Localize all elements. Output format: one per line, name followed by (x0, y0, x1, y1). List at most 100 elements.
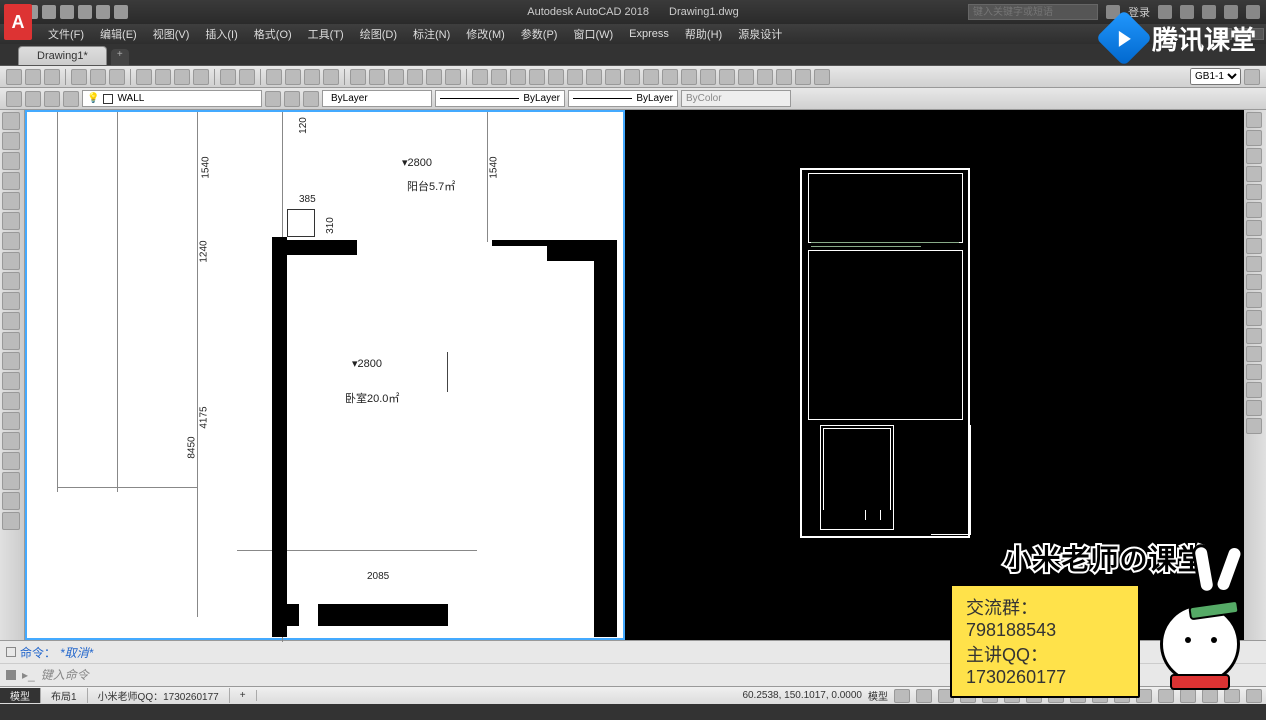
dim-break-icon[interactable] (681, 69, 697, 85)
revcloud-icon[interactable] (2, 252, 20, 270)
explode-icon[interactable] (1246, 418, 1262, 434)
redo2-icon[interactable] (239, 69, 255, 85)
app-logo-icon[interactable]: A (4, 4, 32, 40)
break-pt-icon[interactable] (1246, 310, 1262, 326)
menu-insert[interactable]: 插入(I) (197, 26, 245, 42)
menu-view[interactable]: 视图(V) (145, 26, 198, 42)
chamfer-icon[interactable] (1246, 364, 1262, 380)
layer-freeze-icon[interactable] (44, 91, 60, 107)
make-block-icon[interactable] (2, 352, 20, 370)
menu-window[interactable]: 窗口(W) (565, 26, 621, 42)
cmd-x-icon[interactable] (6, 670, 16, 680)
insert-block-icon[interactable] (2, 332, 20, 350)
command-prompt[interactable]: 键入命令 (41, 666, 89, 683)
circle-icon[interactable] (2, 232, 20, 250)
offset-icon[interactable] (1246, 166, 1262, 182)
pline-icon[interactable] (2, 152, 20, 170)
open-file-icon[interactable] (25, 69, 41, 85)
jogged-icon[interactable] (757, 69, 773, 85)
scale-icon[interactable] (1246, 238, 1262, 254)
tolerance-icon[interactable] (700, 69, 716, 85)
spline-icon[interactable] (2, 272, 20, 290)
properties-icon[interactable] (350, 69, 366, 85)
grid-toggle-icon[interactable] (894, 689, 910, 703)
dim-arc-icon[interactable] (510, 69, 526, 85)
dim-style-select[interactable]: GB1-1 (1190, 68, 1241, 85)
addsel-icon[interactable] (2, 492, 20, 510)
tool-palette-icon[interactable] (388, 69, 404, 85)
exchange-icon[interactable] (1158, 5, 1172, 19)
dim-quick-icon[interactable] (605, 69, 621, 85)
extend-icon[interactable] (1246, 292, 1262, 308)
linetype-select[interactable]: ByLayer (435, 90, 565, 107)
dim-aligned-icon[interactable] (491, 69, 507, 85)
copy-icon[interactable] (155, 69, 171, 85)
rotate-icon[interactable] (1246, 220, 1262, 236)
layer-select[interactable]: 💡 WALL (82, 90, 262, 107)
lineweight-select[interactable]: ByLayer (568, 90, 678, 107)
dim-space-icon[interactable] (662, 69, 678, 85)
match-icon[interactable] (193, 69, 209, 85)
dim-update-icon[interactable] (814, 69, 830, 85)
mtext-icon[interactable] (2, 472, 20, 490)
menu-file[interactable]: 文件(F) (40, 26, 92, 42)
layer-prev-icon[interactable] (265, 91, 281, 107)
paste-icon[interactable] (174, 69, 190, 85)
center-mark-icon[interactable] (719, 69, 735, 85)
rectangle-icon[interactable] (2, 192, 20, 210)
erase-icon[interactable] (1246, 112, 1262, 128)
menu-dimension[interactable]: 标注(N) (405, 26, 458, 42)
color-select[interactable]: ByLayer (322, 90, 432, 107)
menu-draw[interactable]: 绘图(D) (352, 26, 405, 42)
arc-icon[interactable] (2, 212, 20, 230)
dim-continue-icon[interactable] (643, 69, 659, 85)
layer-on-icon[interactable] (25, 91, 41, 107)
layer-state-icon[interactable] (284, 91, 300, 107)
markup-icon[interactable] (426, 69, 442, 85)
ellipse-icon[interactable] (2, 292, 20, 310)
xline-icon[interactable] (2, 132, 20, 150)
save-file-icon[interactable] (44, 69, 60, 85)
dim-linear-icon[interactable] (472, 69, 488, 85)
menu-param[interactable]: 参数(P) (513, 26, 566, 42)
polygon-icon[interactable] (2, 172, 20, 190)
dim-edit-icon[interactable] (776, 69, 792, 85)
new-file-icon[interactable] (6, 69, 22, 85)
close-icon[interactable] (1246, 5, 1260, 19)
menu-edit[interactable]: 编辑(E) (92, 26, 145, 42)
sheet-set-icon[interactable] (407, 69, 423, 85)
zoom-win-icon[interactable] (304, 69, 320, 85)
fillet-icon[interactable] (1246, 382, 1262, 398)
ellipse-arc-icon[interactable] (2, 312, 20, 330)
layer-lock-icon[interactable] (63, 91, 79, 107)
dim-text-edit-icon[interactable] (795, 69, 811, 85)
custom-tab[interactable]: 小米老师QQ：1730260177 (88, 688, 230, 703)
cut-icon[interactable] (136, 69, 152, 85)
add-tab-button[interactable]: + (111, 49, 129, 65)
dim-radius-icon[interactable] (548, 69, 564, 85)
layer-props-icon[interactable] (6, 91, 22, 107)
add-layout-button[interactable]: + (230, 690, 257, 701)
plot-icon[interactable] (78, 5, 92, 19)
dim-diam-icon[interactable] (567, 69, 583, 85)
dim-ord-icon[interactable] (529, 69, 545, 85)
mirror-icon[interactable] (1246, 148, 1262, 164)
designcenter-icon[interactable] (369, 69, 385, 85)
calc-icon[interactable] (445, 69, 461, 85)
model-tab[interactable]: 模型 (0, 688, 41, 703)
dim-angular-icon[interactable] (586, 69, 602, 85)
viewport-left[interactable]: 120 1540 1540 385 310 1240 8450 4175 208… (25, 110, 625, 640)
line-icon[interactable] (2, 112, 20, 130)
menu-yuanquan[interactable]: 源泉设计 (730, 26, 790, 42)
preview-icon[interactable] (90, 69, 106, 85)
undo-icon[interactable] (96, 5, 110, 19)
break-icon[interactable] (1246, 328, 1262, 344)
menu-help[interactable]: 帮助(H) (677, 26, 730, 42)
dim-style-icon[interactable] (1244, 69, 1260, 85)
hatch-icon[interactable] (2, 392, 20, 410)
plotstyle-select[interactable]: ByColor (681, 90, 791, 107)
point-icon[interactable] (2, 372, 20, 390)
gradient-icon[interactable] (2, 412, 20, 430)
redo-icon[interactable] (114, 5, 128, 19)
zoom-icon[interactable] (285, 69, 301, 85)
